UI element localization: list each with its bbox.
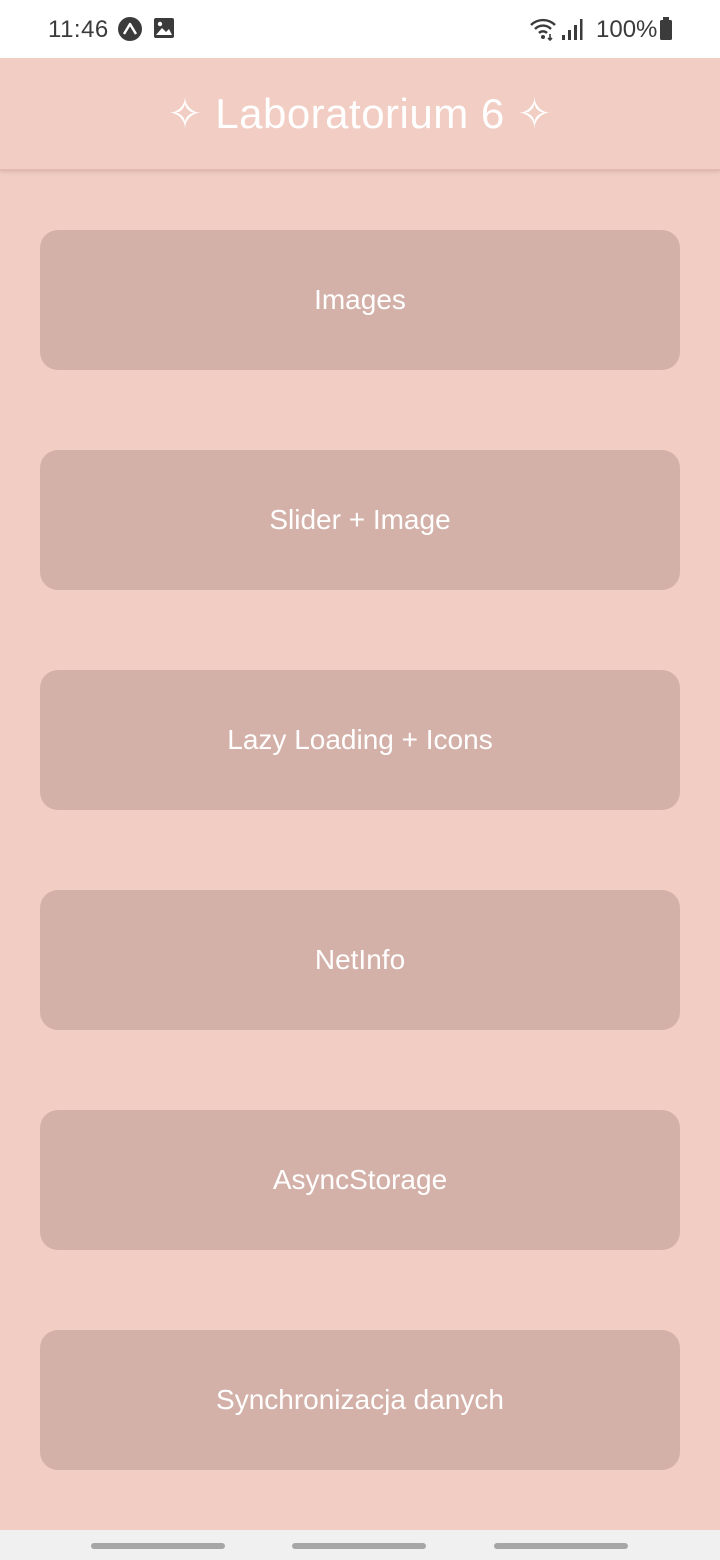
slider-image-button[interactable]: Slider + Image [40, 450, 680, 590]
page-title: ✧ Laboratorium 6 ✧ [167, 90, 553, 137]
status-bar: 11:46 100% [0, 0, 720, 58]
app-header: ✧ Laboratorium 6 ✧ [0, 58, 720, 170]
menu-list: Images Slider + Image Lazy Loading + Ico… [40, 230, 680, 1550]
synchronizacja-danych-button[interactable]: Synchronizacja danych [40, 1330, 680, 1470]
expo-icon [118, 17, 142, 41]
netinfo-button[interactable]: NetInfo [40, 890, 680, 1030]
navigation-bar [0, 1530, 720, 1560]
images-button[interactable]: Images [40, 230, 680, 370]
nav-recents-pill[interactable] [91, 1543, 225, 1549]
signal-icon [561, 17, 583, 41]
nav-home-pill[interactable] [292, 1543, 426, 1549]
asyncstorage-button[interactable]: AsyncStorage [40, 1110, 680, 1250]
lazy-loading-icons-button[interactable]: Lazy Loading + Icons [40, 670, 680, 810]
battery-percentage: 100% [596, 16, 658, 43]
status-time: 11:46 [48, 16, 109, 43]
nav-back-pill[interactable] [494, 1543, 628, 1549]
battery-icon [659, 17, 673, 41]
image-icon [153, 17, 175, 41]
wifi-icon [529, 17, 557, 41]
